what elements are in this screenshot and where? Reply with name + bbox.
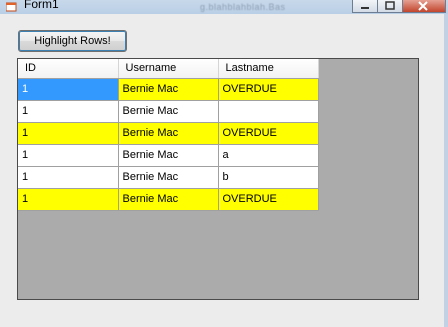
cell-id[interactable]: 1: [18, 122, 119, 145]
table-row[interactable]: 1 Bernie Mac OVERDUE: [18, 78, 319, 101]
cell-username[interactable]: Bernie Mac: [118, 188, 219, 211]
highlight-rows-button[interactable]: Highlight Rows!: [18, 30, 127, 52]
table-row[interactable]: 1 Bernie Mac: [18, 100, 319, 123]
close-icon: [418, 1, 428, 11]
cell-username[interactable]: Bernie Mac: [118, 78, 219, 101]
cell-id[interactable]: 1: [18, 100, 119, 123]
data-grid[interactable]: ID Username Lastname 1 Bernie Mac OVERDU…: [17, 58, 419, 300]
title-bar: Form1 g.blahblahblah.Bas: [0, 0, 448, 14]
column-header-lastname[interactable]: Lastname: [218, 59, 319, 79]
cell-username[interactable]: Bernie Mac: [118, 122, 219, 145]
cell-id[interactable]: 1: [18, 78, 119, 101]
cell-lastname[interactable]: b: [218, 166, 319, 189]
form-client-area: Highlight Rows! ID Username Lastname 1 B…: [0, 14, 448, 327]
cell-id[interactable]: 1: [18, 166, 119, 189]
column-header-username[interactable]: Username: [118, 59, 219, 79]
cell-id[interactable]: 1: [18, 188, 119, 211]
minimize-button[interactable]: [352, 0, 378, 13]
background-window-title: g.blahblahblah.Bas: [200, 2, 286, 12]
grid-header-row: ID Username Lastname: [18, 59, 319, 79]
cell-lastname[interactable]: OVERDUE: [218, 122, 319, 145]
table-row[interactable]: 1 Bernie Mac OVERDUE: [18, 188, 319, 211]
grid-table: ID Username Lastname 1 Bernie Mac OVERDU…: [18, 59, 319, 211]
cell-lastname[interactable]: OVERDUE: [218, 188, 319, 211]
cell-lastname[interactable]: [218, 100, 319, 123]
maximize-button[interactable]: [377, 0, 403, 13]
column-header-id[interactable]: ID: [18, 59, 119, 79]
cell-lastname[interactable]: OVERDUE: [218, 78, 319, 101]
maximize-icon: [385, 1, 395, 10]
cell-username[interactable]: Bernie Mac: [118, 166, 219, 189]
cell-username[interactable]: Bernie Mac: [118, 100, 219, 123]
table-row[interactable]: 1 Bernie Mac b: [18, 166, 319, 189]
minimize-icon: [361, 7, 369, 9]
cell-id[interactable]: 1: [18, 144, 119, 167]
cell-lastname[interactable]: a: [218, 144, 319, 167]
table-row[interactable]: 1 Bernie Mac OVERDUE: [18, 122, 319, 145]
app-icon: [6, 2, 17, 12]
window-title: Form1: [24, 0, 59, 11]
table-row[interactable]: 1 Bernie Mac a: [18, 144, 319, 167]
close-button[interactable]: [402, 0, 446, 13]
cell-username[interactable]: Bernie Mac: [118, 144, 219, 167]
